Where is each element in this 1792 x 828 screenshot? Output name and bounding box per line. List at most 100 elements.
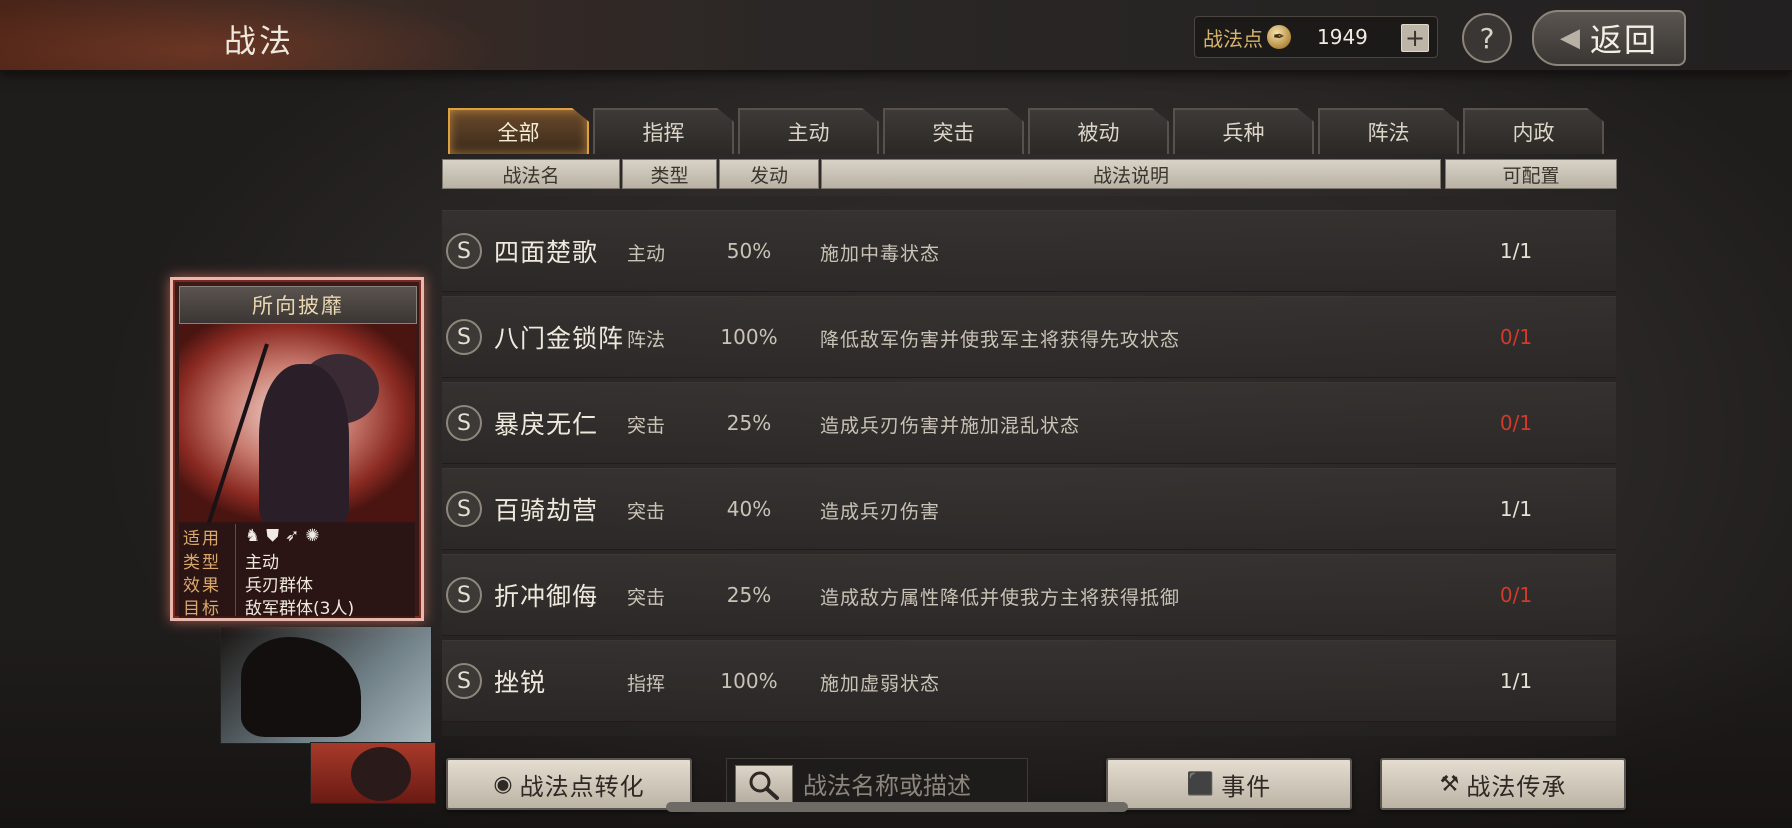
col-description: 战法说明 [821, 159, 1441, 189]
warrior-silhouette [259, 364, 349, 524]
events-button[interactable]: ⬛ 事件 [1106, 758, 1352, 810]
back-button[interactable]: ◀ 返回 [1532, 10, 1686, 66]
skill-rate: 25% [726, 411, 772, 435]
target-label: 目标 [183, 598, 221, 619]
troop-icons: ♞ ⛊ ➶ ✺ [245, 526, 320, 546]
tab-assault[interactable]: 突击 [883, 108, 1024, 154]
back-label: 返回 [1589, 21, 1658, 59]
skill-row[interactable]: S 折冲御侮 突击 25% 造成敌方属性降低并使我方主将获得抵御 0/1 [442, 554, 1616, 636]
col-available[interactable]: 可配置 [1445, 159, 1617, 189]
wheel-icon: ✺ [305, 526, 320, 546]
skill-available: 1/1 [1499, 497, 1533, 521]
skill-description: 造成兵刃伤害 [820, 501, 941, 523]
skill-name: 折冲御侮 [494, 582, 599, 611]
help-button[interactable]: ? [1462, 13, 1512, 63]
col-name[interactable]: 战法名 [442, 159, 620, 189]
skill-card-stack[interactable] [310, 742, 436, 804]
skill-name: 四面楚歌 [494, 238, 599, 267]
rank-badge: S [446, 577, 482, 613]
home-indicator [666, 802, 1128, 812]
rank-badge: S [446, 233, 482, 269]
warrior-silhouette [351, 747, 411, 801]
skill-name: 八门金锁阵 [494, 324, 625, 353]
skill-description: 施加中毒状态 [820, 243, 941, 265]
skill-type: 主动 [626, 243, 665, 265]
top-bar: 战法 战法点 ✒ 1949 + ? ◀ 返回 [0, 0, 1792, 72]
shield-icon: ⛊ [266, 526, 279, 546]
type-value: 主动 [245, 552, 279, 573]
effect-label: 效果 [183, 575, 221, 596]
skill-row[interactable]: S 八门金锁阵 阵法 100% 降低敌军伤害并使我军主将获得先攻状态 0/1 [442, 296, 1616, 378]
skill-available: 0/1 [1499, 325, 1533, 349]
skill-description: 降低敌军伤害并使我军主将获得先攻状态 [820, 329, 1181, 351]
convert-points-label: 战法点转化 [519, 772, 645, 801]
skill-name: 暴戾无仁 [494, 410, 599, 439]
card-info: 适用 ♞ ⛊ ➶ ✺ 类型 主动 效果 兵刃群体 目标 敌军群体(3人) [179, 522, 415, 618]
skill-description: 施加虚弱状态 [820, 673, 941, 695]
skill-row[interactable]: S 暴戾无仁 突击 25% 造成兵刃伤害并施加混乱状态 0/1 [442, 382, 1616, 464]
category-tabs: 全部 指挥 主动 突击 被动 兵种 阵法 内政 [448, 108, 1604, 154]
col-rate[interactable]: 发动 [719, 159, 819, 189]
skill-card-stack[interactable] [220, 626, 432, 744]
skill-row[interactable]: S 挫锐 指挥 100% 施加虚弱状态 1/1 [442, 640, 1616, 722]
rank-badge: S [446, 319, 482, 355]
skill-type: 突击 [626, 415, 665, 437]
skill-inherit-label: 战法传承 [1466, 772, 1567, 801]
target-row: 目标 敌军群体(3人) [183, 594, 355, 619]
rank-badge: S [446, 491, 482, 527]
tab-all[interactable]: 全部 [448, 108, 589, 154]
add-points-button[interactable]: + [1401, 24, 1429, 52]
rank-badge: S [446, 405, 482, 441]
card-title: 所向披靡 [179, 286, 417, 324]
skill-inherit-button[interactable]: ⚒ 战法传承 [1380, 758, 1626, 810]
skill-type: 突击 [626, 587, 665, 609]
skill-rate: 40% [726, 497, 772, 521]
convert-points-button[interactable]: ◉ 战法点转化 [446, 758, 692, 810]
hammer-icon: ⚒ [1439, 771, 1461, 797]
skill-available: 0/1 [1499, 411, 1533, 435]
skill-description: 造成敌方属性降低并使我方主将获得抵御 [820, 587, 1181, 609]
target-value: 敌军群体(3人) [245, 598, 355, 619]
skill-available: 1/1 [1499, 239, 1533, 263]
rank-badge: S [446, 663, 482, 699]
back-arrow-icon: ◀ [1559, 23, 1582, 53]
skill-description: 造成兵刃伤害并施加混乱状态 [820, 415, 1081, 437]
tab-troop-type[interactable]: 兵种 [1173, 108, 1314, 154]
coin-icon: ✒ [1267, 25, 1291, 49]
effect-row: 效果 兵刃群体 [183, 571, 313, 596]
warrior-silhouette [241, 637, 361, 737]
skill-list[interactable]: S 四面楚歌 主动 50% 施加中毒状态 1/1 S 八门金锁阵 阵法 100%… [442, 196, 1616, 736]
skill-row[interactable]: S 百骑劫营 突击 40% 造成兵刃伤害 1/1 [442, 468, 1616, 550]
flame-icon: ◉ [493, 771, 514, 797]
skill-row[interactable]: S 四面楚歌 主动 50% 施加中毒状态 1/1 [442, 210, 1616, 292]
tab-command[interactable]: 指挥 [593, 108, 734, 154]
search-input[interactable] [801, 767, 1025, 805]
cavalry-icon: ♞ [245, 526, 261, 546]
skill-points-display: 战法点 ✒ 1949 + [1194, 16, 1438, 58]
effect-value: 兵刃群体 [245, 575, 313, 596]
skill-type: 阵法 [626, 329, 665, 351]
search-icon[interactable] [735, 765, 793, 805]
card-artwork [179, 324, 415, 526]
col-type[interactable]: 类型 [622, 159, 717, 189]
tab-passive[interactable]: 被动 [1028, 108, 1169, 154]
skill-name: 挫锐 [494, 668, 547, 697]
skill-rate: 100% [720, 669, 778, 693]
applies-label: 适用 [183, 528, 221, 549]
tab-internal[interactable]: 内政 [1463, 108, 1604, 154]
tab-formation[interactable]: 阵法 [1318, 108, 1459, 154]
skill-type: 指挥 [626, 673, 665, 695]
skill-points-label: 战法点 [1203, 26, 1263, 51]
type-row: 类型 主动 [183, 548, 279, 573]
tab-active[interactable]: 主动 [738, 108, 879, 154]
skill-points-value: 1949 [1317, 25, 1368, 49]
type-label: 类型 [183, 552, 221, 573]
bow-icon: ➶ [285, 526, 300, 546]
skill-detail-card[interactable]: 所向披靡 适用 ♞ ⛊ ➶ ✺ 类型 主动 效果 兵刃群体 目标 敌军群体(3人… [170, 277, 424, 621]
skill-type: 突击 [626, 501, 665, 523]
skill-rate: 25% [726, 583, 772, 607]
skill-available: 1/1 [1499, 669, 1533, 693]
skill-rate: 50% [726, 239, 772, 263]
alert-icon: ⬛ [1186, 771, 1216, 797]
skill-rate: 100% [720, 325, 778, 349]
